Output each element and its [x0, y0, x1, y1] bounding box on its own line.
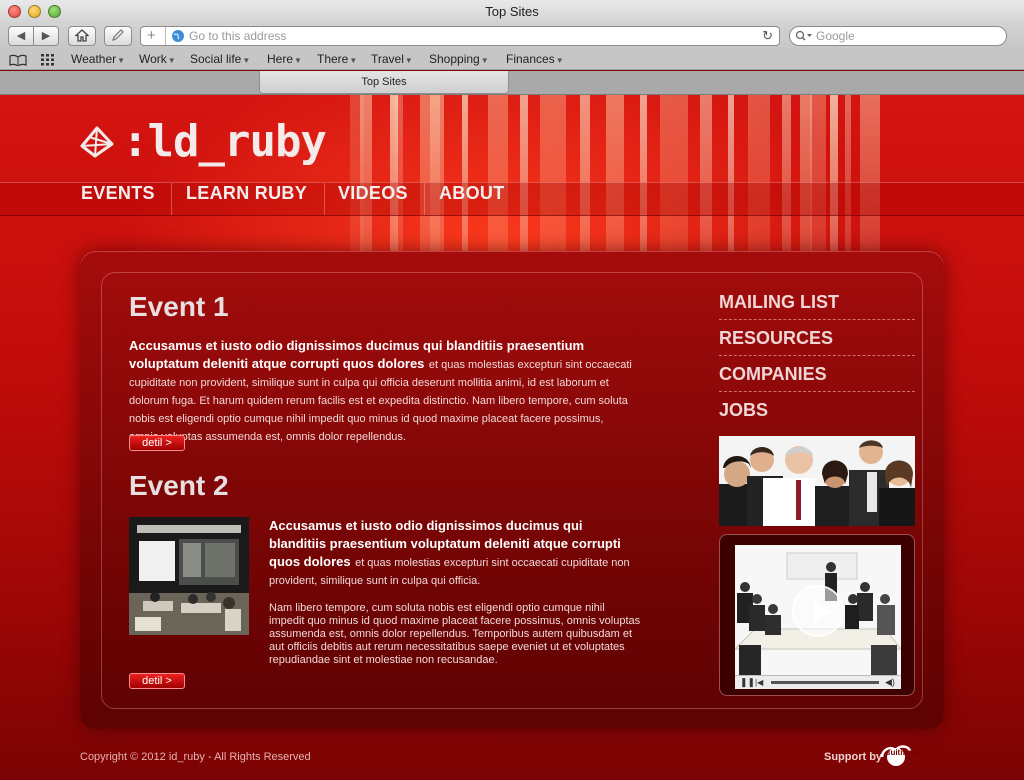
video-controls: ❚❚ |◀ ◀): [735, 675, 901, 689]
event-1-title: Event 1: [129, 291, 229, 322]
suitmedia-logo-text: suitmedia: [886, 748, 924, 757]
globe-icon: [172, 30, 184, 42]
nav-separator: [171, 183, 172, 215]
site-logo[interactable]: :ld_ruby: [80, 116, 327, 167]
event-2-photo[interactable]: [129, 517, 249, 635]
bookmark-there[interactable]: There▼: [317, 50, 357, 70]
tab-bar: Top Sites: [0, 71, 1024, 95]
ruby-gem-icon: [80, 126, 114, 158]
content-panel: Event 1 Accusamus et iusto odio dignissi…: [101, 272, 923, 709]
add-bookmark-icon[interactable]: +: [147, 27, 156, 45]
main-navigation: EVENTS LEARN RUBY VIDEOS ABOUT: [0, 182, 1024, 216]
video-frame[interactable]: [735, 545, 901, 675]
bookmark-social-life[interactable]: Social life▼: [190, 50, 250, 70]
tab-label: Top Sites: [361, 76, 407, 88]
bookmark-work[interactable]: Work▼: [139, 50, 176, 70]
search-icon: [795, 30, 812, 41]
webpage: :ld_ruby EVENTS LEARN RUBY VIDEOS ABOUT …: [0, 95, 1024, 780]
team-photo[interactable]: [719, 436, 915, 526]
volume-icon[interactable]: ◀): [885, 677, 895, 688]
back-button[interactable]: ◀: [8, 26, 34, 46]
address-input[interactable]: [189, 27, 749, 45]
event-2-body-2: Nam libero tempore, cum soluta nobis est…: [269, 602, 641, 666]
nav-about[interactable]: ABOUT: [439, 183, 505, 215]
event-2-text: Accusamus et iusto odio dignissimos duci…: [269, 517, 641, 667]
zoom-window-button[interactable]: [48, 5, 61, 18]
tab-top-sites[interactable]: Top Sites: [259, 71, 509, 94]
footer-copyright: Copyright © 2012 id_ruby - All Rights Re…: [80, 751, 311, 763]
top-sites-grid-icon[interactable]: [41, 54, 55, 66]
event-1-text: Accusamus et iusto odio dignissimos duci…: [129, 337, 634, 445]
video-player[interactable]: ❚❚ |◀ ◀): [719, 534, 915, 696]
footer-support-label: Support by: [824, 751, 883, 763]
nav-separator: [424, 183, 425, 215]
reading-list-icon[interactable]: [9, 54, 27, 66]
address-bar[interactable]: + ↻: [140, 26, 780, 46]
sidebar-link-mailing-list[interactable]: MAILING LIST: [719, 284, 915, 320]
suitmedia-logo[interactable]: suitmedia: [880, 743, 944, 772]
nav-learn-ruby[interactable]: LEARN RUBY: [186, 183, 307, 215]
event-2-title: Event 2: [129, 470, 229, 501]
bookmark-shopping[interactable]: Shopping▼: [429, 50, 489, 70]
bookmark-finances[interactable]: Finances▼: [506, 50, 564, 70]
bookmarks-bar: Weather▼ Work▼ Social life▼ Here▼ There▼…: [0, 50, 1024, 70]
reload-icon[interactable]: ↻: [762, 27, 773, 45]
play-icon[interactable]: [792, 585, 844, 637]
window-titlebar: Top Sites: [0, 0, 1024, 24]
event-1-detail-button[interactable]: detil >: [129, 435, 185, 451]
sidebar-link-resources[interactable]: RESOURCES: [719, 320, 915, 356]
pencil-icon: [112, 29, 124, 41]
minimize-window-button[interactable]: [28, 5, 41, 18]
search-input[interactable]: [816, 27, 1001, 45]
home-button[interactable]: [68, 26, 96, 46]
nav-separator: [324, 183, 325, 215]
sidebar-link-jobs[interactable]: JOBS: [719, 392, 915, 428]
nav-events[interactable]: EVENTS: [81, 183, 155, 215]
forward-button[interactable]: ▶: [33, 26, 59, 46]
skip-back-icon[interactable]: |◀: [755, 677, 763, 688]
video-progress-bar[interactable]: [771, 681, 879, 684]
edit-bookmark-button[interactable]: [104, 26, 132, 46]
site-logo-text: :ld_ruby: [122, 116, 327, 167]
search-field[interactable]: [789, 26, 1007, 46]
bookmark-here[interactable]: Here▼: [267, 50, 302, 70]
event-1-body: et quas molestias excepturi sint occaeca…: [129, 359, 632, 443]
nav-videos[interactable]: VIDEOS: [338, 183, 408, 215]
close-window-button[interactable]: [8, 5, 21, 18]
content-card: Event 1 Accusamus et iusto odio dignissi…: [80, 251, 944, 729]
window-title: Top Sites: [485, 4, 539, 19]
event-2-detail-button[interactable]: detil >: [129, 673, 185, 689]
sidebar-link-companies[interactable]: COMPANIES: [719, 356, 915, 392]
pause-icon[interactable]: ❚❚: [740, 677, 755, 688]
bookmark-travel[interactable]: Travel▼: [371, 50, 413, 70]
home-icon: [74, 29, 90, 42]
browser-toolbar: ◀ ▶ + ↻: [0, 24, 1024, 50]
bookmark-weather[interactable]: Weather▼: [71, 50, 125, 70]
